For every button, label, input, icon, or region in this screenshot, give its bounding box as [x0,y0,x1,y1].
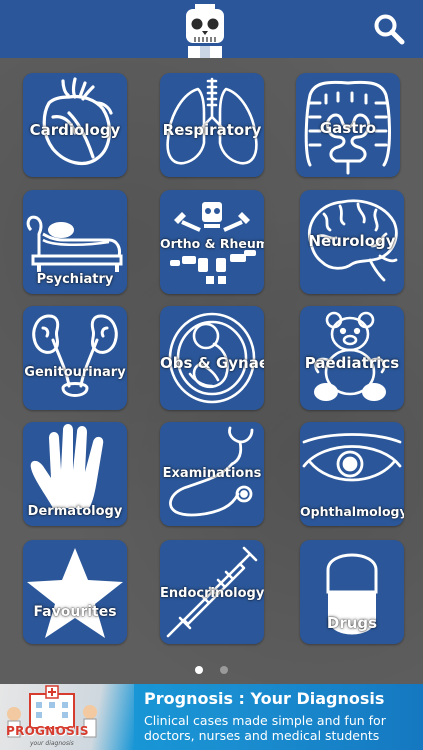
tile-endocrinology[interactable]: Endocrinology [160,540,264,644]
tile-label: Ophthalmology [300,504,404,519]
star-icon [27,548,123,638]
tile-label: Dermatology [27,504,123,519]
tile-examinations[interactable]: Examinations [160,422,264,526]
page-indicator [0,659,423,674]
top-bar [0,0,423,58]
tile-drugs[interactable]: Drugs [300,540,404,644]
banner-brand-tagline: your diagnosis [30,740,74,747]
skeleton-head-icon [186,4,224,58]
tile-label: Paediatrics [304,354,400,372]
tile-label: Gastro [319,119,377,137]
tile-label: Obs & Gynae [160,354,264,372]
tile-paediatrics[interactable]: Paediatrics [300,306,404,410]
tile-label: Psychiatry [36,272,114,287]
tile-respiratory[interactable]: Respiratory [160,73,264,177]
tile-label: Favourites [33,604,117,620]
banner-title: Prognosis : Your Diagnosis [144,689,385,708]
tile-obs-gynae[interactable]: Obs & Gynae [160,306,264,410]
tile-ortho-rheum[interactable]: Ortho & Rheum [160,190,264,294]
tile-ophthalmology[interactable]: Ophthalmology [300,422,404,526]
tile-label: Examinations [162,466,262,481]
kidneys-icon [32,314,118,397]
tile-cardiology[interactable]: Cardiology [23,73,127,177]
promo-banner[interactable]: PROGNOSIS your diagnosis Prognosis : You… [0,684,423,750]
page-dot-active[interactable] [194,666,203,674]
banner-artwork: PROGNOSIS your diagnosis [0,684,134,750]
banner-subtitle: Clinical cases made simple and fun for d… [144,713,386,743]
tile-label: Cardiology [29,121,121,139]
tile-label: Endocrinology [160,586,264,601]
tile-genitourinary[interactable]: Genitourinary [23,306,127,410]
search-icon[interactable] [372,12,406,46]
tile-label: Genitourinary [24,365,126,380]
tile-label: Ortho & Rheum [160,236,264,251]
tile-dermatology[interactable]: Dermatology [23,422,127,526]
tile-gastro[interactable]: Gastro [296,73,400,177]
tile-label: Respiratory [162,121,262,139]
page-dot[interactable] [220,666,229,674]
tile-neurology[interactable]: Neurology [300,190,404,294]
tile-label: Neurology [308,232,396,250]
tile-favourites[interactable]: Favourites [23,540,127,644]
banner-brand: PROGNOSIS [6,724,89,738]
tile-psychiatry[interactable]: Psychiatry [23,190,127,294]
tile-label: Drugs [326,614,378,632]
